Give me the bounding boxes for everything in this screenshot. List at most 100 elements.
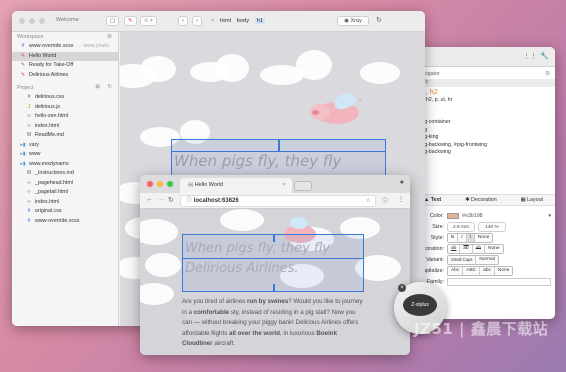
breadcrumb-body[interactable]: body <box>237 18 250 24</box>
wrench-icon[interactable]: 🔧 <box>540 52 549 60</box>
variant-segmented[interactable]: Small Caps Normal <box>447 254 499 265</box>
css-file-icon: # <box>27 94 31 100</box>
file-item[interactable]: Jdelirious.js <box>12 103 118 113</box>
workspace-add-icon[interactable]: ⊕ <box>107 33 112 40</box>
menu-icon[interactable]: ⋮ <box>398 196 404 203</box>
decoration-none-option[interactable]: None <box>485 244 503 253</box>
file-item[interactable]: ‹› index.html <box>12 122 118 132</box>
close-stylus-icon[interactable]: × <box>398 284 406 292</box>
reload-icon[interactable]: ↻ <box>376 16 382 24</box>
selector-item[interactable]: #pig-king <box>412 134 555 142</box>
sidebar-toggle-button[interactable]: ▢ <box>106 16 120 26</box>
stylus-badge[interactable]: Z-stylus <box>403 294 437 316</box>
folder-new-icon[interactable]: ⊞ <box>95 84 100 90</box>
forward-button[interactable]: › <box>192 16 202 26</box>
file-item[interactable]: # www-override.scss <box>12 217 118 227</box>
size-field[interactable]: 2.6 mm <box>447 221 475 232</box>
file-item[interactable]: ‹› hello-zen.html <box>12 112 118 122</box>
property-tabs: ▲ Text ✱ Decoration ▦ Layout <box>412 194 555 206</box>
workspace-item[interactable]: ✎ Delirious Airlines <box>12 71 118 81</box>
file-item[interactable]: M _Instructions.md <box>12 169 118 179</box>
cloud <box>296 50 332 80</box>
address-bar[interactable]: ⓘ localhost:63626 ☆ <box>180 195 376 207</box>
selector-item[interactable]: a <box>412 104 555 112</box>
selector-item[interactable]: h1, h2, p, ul, hr <box>412 97 555 105</box>
zen-mode-button[interactable]: ✎ <box>124 16 137 26</box>
selector-item[interactable]: #pig-backwing <box>412 149 555 157</box>
back-button[interactable]: ‹ <box>178 16 188 26</box>
view-options-button[interactable]: ⊜ ▾ <box>140 16 157 26</box>
lowercase-option[interactable]: abc <box>480 266 495 275</box>
strike-option[interactable]: ab <box>472 244 486 253</box>
url-text[interactable]: localhost:63626 <box>194 198 239 204</box>
html-file-icon: ‹› <box>27 189 31 195</box>
style-segmented[interactable]: B I I None <box>447 232 494 243</box>
file-label: _pagetail.html <box>35 189 68 195</box>
selector-item[interactable]: Hg <box>412 112 555 120</box>
tab-text[interactable]: ▲ Text <box>424 197 441 203</box>
file-item[interactable]: # original.css <box>12 207 118 217</box>
forward-arrow-icon[interactable]: → <box>157 196 164 203</box>
selector-list: bodyh1, h2h1, h2, p, ul, hraHg#pig-conta… <box>412 79 555 157</box>
capitalize-option[interactable]: Abc <box>448 266 464 275</box>
folder-item[interactable]: ▸▮ www <box>12 150 118 160</box>
capitalize-segmented[interactable]: Abc ABC abc None <box>447 265 514 276</box>
uppercase-option[interactable]: ABC <box>463 266 481 275</box>
breadcrumb-html[interactable]: html <box>220 18 231 24</box>
file-item[interactable]: M ReadMe.md <box>12 131 118 141</box>
selector-item[interactable]: body <box>412 79 555 87</box>
style-none-option[interactable]: None <box>474 233 493 242</box>
workspace-item-label: Ready for Take-Off <box>29 62 74 68</box>
back-arrow-icon[interactable]: ← <box>146 196 153 203</box>
capitalize-row: Capitalize: Abc ABC abc None <box>414 265 551 276</box>
capitalize-none-option[interactable]: None <box>494 266 513 275</box>
folder-item[interactable]: ▸▮ vary <box>12 141 118 151</box>
chevron-down-icon[interactable]: ▾ <box>548 213 551 219</box>
grip-icon[interactable]: ⋮⋮ <box>523 52 537 60</box>
selector-item[interactable]: #pig-backwing, #pig-frontwing <box>412 142 555 150</box>
color-swatch[interactable] <box>447 212 459 219</box>
color-value[interactable]: #e3b198 <box>462 213 483 219</box>
refresh-icon[interactable]: ↻ <box>107 84 112 90</box>
bold-option[interactable]: B <box>448 233 459 242</box>
extension-icon[interactable]: ⓘ <box>382 196 388 205</box>
small-caps-option[interactable]: Small Caps <box>448 255 477 264</box>
account-icon[interactable]: ● <box>400 179 404 186</box>
breadcrumb-h1[interactable]: h1 <box>254 18 266 24</box>
file-item[interactable]: ‹› index.html <box>12 198 118 208</box>
size-percent-field[interactable]: 140 % <box>478 221 506 232</box>
file-label: www-override.scss <box>35 217 80 224</box>
tab-decoration[interactable]: ✱ Decoration <box>465 197 497 203</box>
xray-button[interactable]: ◉ Xray <box>337 16 369 26</box>
family-input[interactable] <box>447 277 551 286</box>
oblique-option[interactable]: I <box>466 233 475 242</box>
italic-option[interactable]: I <box>458 233 467 242</box>
star-icon[interactable]: ☆ <box>366 196 371 207</box>
window-controls[interactable] <box>147 181 173 187</box>
folder-item[interactable]: ▸▮ www.evsdynamo <box>12 160 118 170</box>
tab-hello-world[interactable]: ▤ Hello World × <box>180 178 292 193</box>
window-controls[interactable] <box>19 18 45 24</box>
workspace-item[interactable]: # www-override.scss… www.youtu <box>12 42 118 52</box>
workspace-item[interactable]: ✎ Ready for Take-Off <box>12 61 118 71</box>
file-item[interactable]: # delirious.css <box>12 93 118 103</box>
cloud <box>360 62 400 84</box>
decoration-segmented[interactable]: ab ab ab None <box>447 243 504 254</box>
navigator-menu-icon[interactable]: ⊜ <box>545 70 550 77</box>
underline-option[interactable]: ab <box>448 244 461 253</box>
tab-layout[interactable]: ▦ Layout <box>521 197 543 203</box>
new-tab-button[interactable] <box>294 181 312 191</box>
browser-window: ▤ Hello World × ● ← → ↻ ⓘ localhost:6362… <box>140 175 410 355</box>
normal-option[interactable]: Normal <box>476 255 498 264</box>
close-icon[interactable]: × <box>211 18 214 24</box>
workspace-item[interactable]: ✎ Hello World <box>12 51 118 61</box>
file-item[interactable]: ‹› _pagehead.html <box>12 179 118 189</box>
reload-icon[interactable]: ↻ <box>168 196 174 204</box>
file-item[interactable]: ‹› _pagetail.html <box>12 188 118 198</box>
selector-item[interactable]: h1, h2 <box>412 87 555 97</box>
overline-option[interactable]: ab <box>460 244 473 253</box>
close-tab-icon[interactable]: × <box>283 178 286 193</box>
watermark: JZ51 | 鑫晨下载站 <box>414 320 549 338</box>
selector-item[interactable]: #pig <box>412 127 555 135</box>
selector-item[interactable]: #pig-container <box>412 119 555 127</box>
